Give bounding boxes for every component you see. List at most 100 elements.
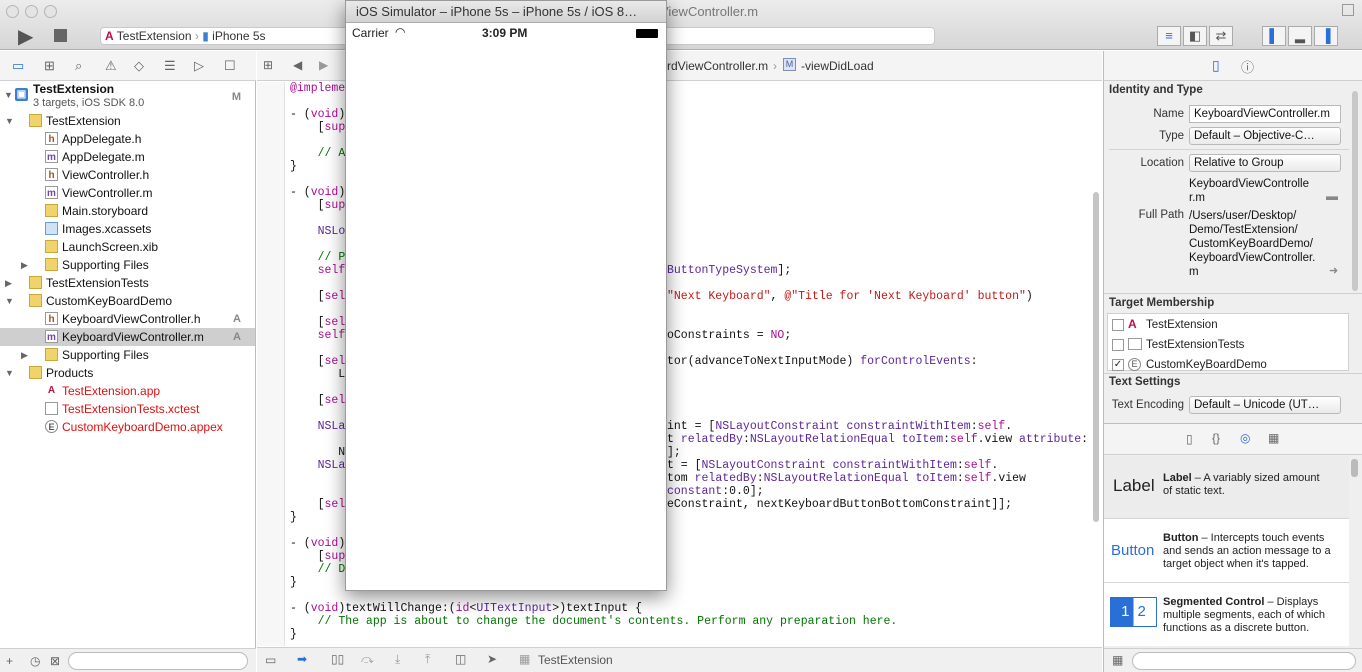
disclosure-closed-icon[interactable]: ▶ [21, 346, 28, 364]
location-file-cont: r.m [1189, 192, 1205, 204]
toggle-navigator-button[interactable]: ▌ [1262, 26, 1286, 46]
target-checkbox-checked[interactable]: ✓ [1112, 359, 1124, 371]
inspector-scrollbar[interactable] [1352, 91, 1358, 291]
assistant-editor-button[interactable]: ◧ [1183, 26, 1207, 46]
project-root[interactable]: ▼ ▣ TestExtension 3 targets, iOS SDK 8.0… [0, 82, 255, 110]
code-line: [sel [290, 290, 346, 303]
toggle-debug-button[interactable]: ▂ [1288, 26, 1312, 46]
library-filter-input[interactable] [1132, 652, 1356, 670]
reveal-arrow-icon[interactable]: ➜ [1329, 264, 1338, 277]
file-item[interactable]: Main.storyboard [0, 202, 255, 220]
disclosure-open-icon[interactable]: ▼ [5, 292, 14, 310]
file-item[interactable]: h AppDelegate.h [0, 130, 255, 148]
disclosure-open-icon[interactable]: ▼ [5, 112, 14, 130]
target-checkbox[interactable] [1112, 319, 1124, 331]
group-item[interactable]: ▼ Products [0, 364, 255, 382]
add-icon[interactable]: + [6, 654, 13, 668]
search-icon[interactable]: ⌕ [75, 58, 82, 74]
toggle-utilities-button[interactable]: ▐ [1314, 26, 1338, 46]
group-item[interactable]: ▼ TestExtension [0, 112, 255, 130]
test-icon[interactable]: ◇ [134, 58, 144, 74]
file-item[interactable]: m ViewController.m [0, 184, 255, 202]
ios-simulator-window[interactable]: iOS Simulator – iPhone 5s – iPhone 5s / … [345, 0, 667, 591]
battery-icon [636, 29, 658, 38]
file-item[interactable]: A TestExtension.app [0, 382, 255, 400]
file-item[interactable]: h ViewController.h [0, 166, 255, 184]
standard-editor-button[interactable]: ≡ [1157, 26, 1181, 46]
location-popup[interactable]: Relative to Group [1189, 154, 1341, 172]
breakpoints-toggle-icon[interactable]: ➡ [297, 652, 307, 666]
file-item[interactable]: m AppDelegate.m [0, 148, 255, 166]
step-over-icon[interactable]: ⤼ [361, 652, 374, 667]
library-scrollbar[interactable] [1351, 459, 1358, 477]
disclosure-open-icon[interactable]: ▼ [5, 364, 14, 382]
file-item[interactable]: E CustomKeyboardDemo.appex [0, 418, 255, 436]
help-icon[interactable]: ⓘ [1241, 57, 1254, 76]
encoding-popup[interactable]: Default – Unicode (UT… [1189, 396, 1341, 414]
library-item-button[interactable]: Button Button – Intercepts touch events … [1104, 520, 1349, 583]
group-item[interactable]: ▼ CustomKeyBoardDemo [0, 292, 255, 310]
filter-input[interactable] [68, 652, 248, 670]
code-line: constant:0.0]; [667, 485, 764, 498]
breakpoint-icon[interactable]: ▷ [194, 58, 204, 74]
file-item[interactable]: h KeyboardViewController.h A [0, 310, 255, 328]
view-debug-icon[interactable]: ◫ [455, 652, 466, 666]
target-checkbox[interactable] [1112, 339, 1124, 351]
close-window-button[interactable] [6, 5, 19, 18]
name-field[interactable]: KeyboardViewController.m [1189, 105, 1341, 123]
folder-icon[interactable]: ▬ [1326, 189, 1338, 203]
code-line: t = [NSLayoutConstraint constraintWithIt… [667, 459, 999, 472]
group-item[interactable]: ▶ Supporting Files [0, 256, 255, 274]
group-item[interactable]: ▶ Supporting Files [0, 346, 255, 364]
back-icon[interactable]: ◀ [293, 58, 302, 72]
object-library-icon[interactable]: ◎ [1240, 431, 1250, 445]
file-item[interactable]: LaunchScreen.xib [0, 238, 255, 256]
scheme-icon: A [105, 29, 114, 43]
minimize-window-button[interactable] [25, 5, 38, 18]
folder-icon [29, 276, 42, 289]
zoom-window-button[interactable] [44, 5, 57, 18]
library-item-label[interactable]: Label Label – A variably sized amount of… [1104, 456, 1349, 519]
warning-icon[interactable]: ⚠ [105, 58, 117, 74]
run-icon[interactable]: ▶ [18, 24, 33, 49]
editor-scrollbar[interactable] [1093, 192, 1099, 522]
report-icon[interactable]: ☐ [224, 58, 236, 74]
folder-icon[interactable]: ▭ [12, 58, 24, 74]
file-item[interactable]: m KeyboardViewController.m A [0, 328, 255, 346]
group-item[interactable]: ▶ TestExtensionTests [0, 274, 255, 292]
disclosure-closed-icon[interactable]: ▶ [5, 274, 12, 292]
target-row[interactable]: A TestExtension [1108, 317, 1348, 335]
file-item[interactable]: Images.xcassets [0, 220, 255, 238]
code-snippet-icon[interactable]: {} [1212, 431, 1220, 445]
disclosure-closed-icon[interactable]: ▶ [21, 256, 28, 274]
related-items-icon[interactable]: ⊞ [263, 58, 273, 72]
grid-view-icon[interactable]: ▦ [1112, 653, 1123, 667]
code-line: NSLay [317, 420, 353, 433]
item-label: TestExtension.app [62, 384, 161, 398]
media-library-icon[interactable]: ▦ [1268, 431, 1279, 445]
type-popup[interactable]: Default – Objective-C… [1189, 127, 1341, 145]
version-editor-button[interactable]: ⇄ [1209, 26, 1233, 46]
hide-debug-icon[interactable]: ▭ [265, 653, 276, 667]
forward-icon[interactable]: ▶ [319, 58, 328, 72]
jump-file[interactable]: rdViewController.m [667, 59, 768, 73]
library-item-segmented-control[interactable]: 12 Segmented Control – Displays multiple… [1104, 584, 1349, 646]
location-icon[interactable]: ➤ [487, 652, 497, 666]
file-item[interactable]: TestExtensionTests.xctest [0, 400, 255, 418]
debug-icon[interactable]: ☰ [164, 58, 176, 74]
file-inspector-icon[interactable]: ▯ [1212, 57, 1220, 74]
scm-filter-icon[interactable]: ⊠ [50, 654, 60, 668]
code-line: } [290, 160, 297, 173]
stop-icon[interactable] [54, 29, 67, 42]
step-out-icon[interactable]: ⤒ [425, 652, 430, 667]
jump-symbol[interactable]: -viewDidLoad [801, 59, 874, 73]
symbol-icon[interactable]: ⊞ [44, 58, 55, 74]
code-line: // The app is about to change the docume… [317, 615, 898, 628]
pause-icon[interactable]: ▯▯ [331, 652, 344, 666]
target-label: TestExtension [1146, 319, 1218, 331]
step-in-icon[interactable]: ⤓ [395, 652, 400, 667]
file-template-icon[interactable]: ▯ [1186, 432, 1193, 446]
recent-icon[interactable]: ◷ [30, 654, 40, 668]
fullscreen-button[interactable] [1342, 4, 1354, 16]
target-row[interactable]: TestExtensionTests [1108, 337, 1348, 355]
